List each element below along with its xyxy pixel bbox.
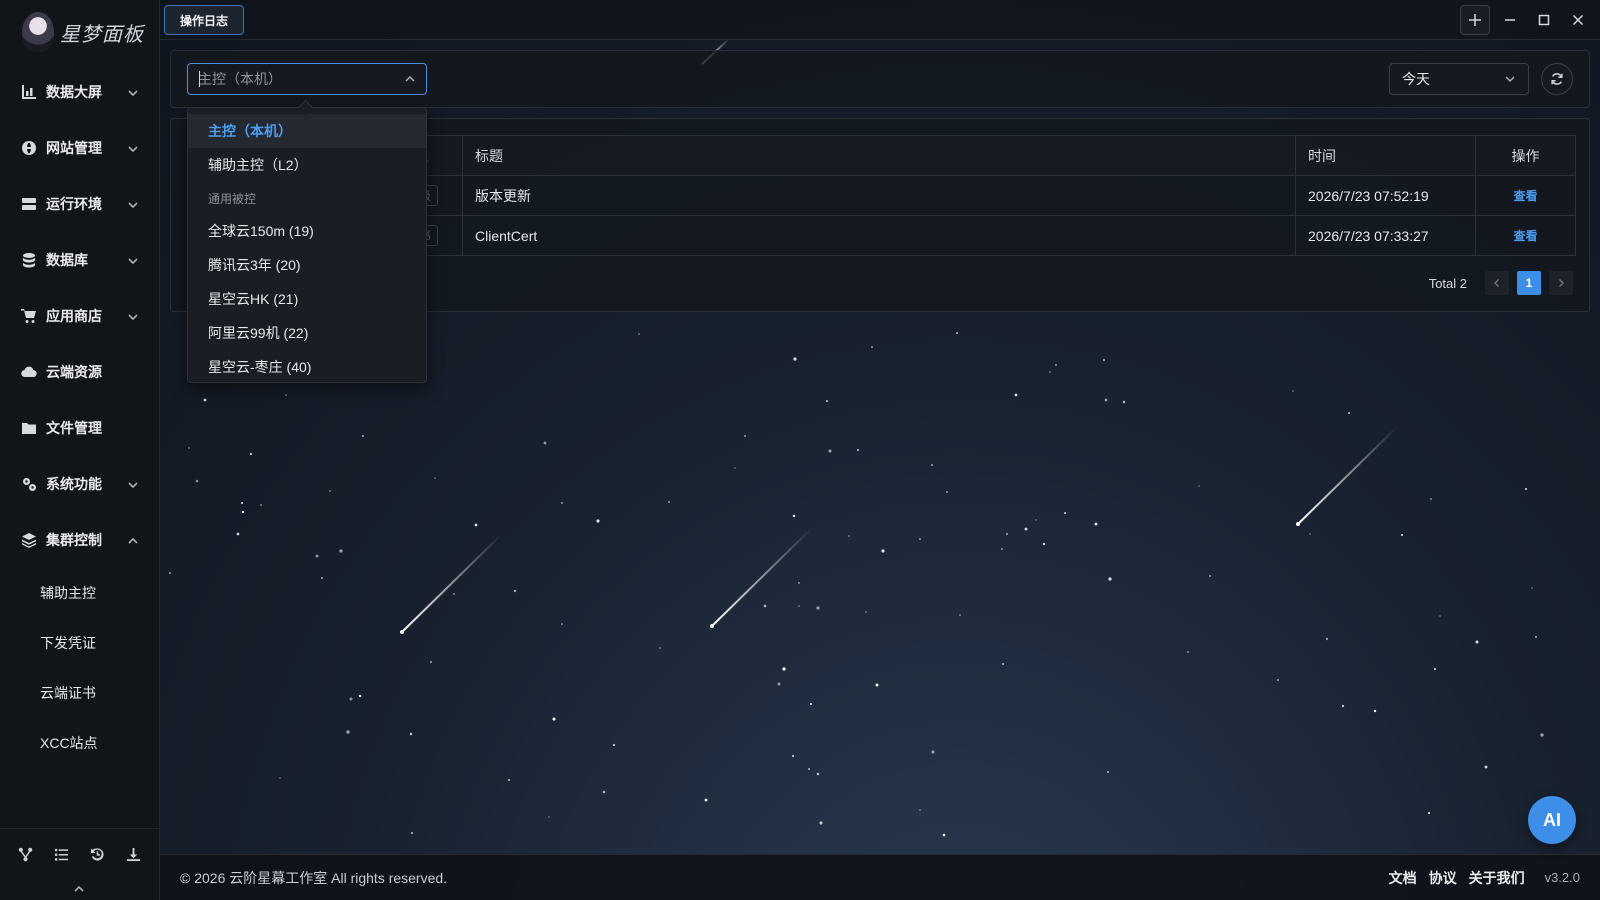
sidebar-item-database[interactable]: 数据库 bbox=[0, 232, 159, 288]
minimize-button[interactable] bbox=[1496, 5, 1524, 35]
download-icon[interactable] bbox=[124, 845, 142, 863]
dropdown-option[interactable]: 全球云150m (19) bbox=[188, 214, 426, 248]
tab-operation-log[interactable]: 操作日志 bbox=[164, 5, 244, 35]
chart-icon bbox=[20, 83, 38, 101]
refresh-button[interactable] bbox=[1541, 63, 1573, 95]
branch-icon[interactable] bbox=[17, 845, 35, 863]
sidebar-subitem[interactable]: 辅助主控 bbox=[0, 568, 159, 618]
gears-icon bbox=[20, 475, 38, 493]
close-button[interactable] bbox=[1564, 5, 1592, 35]
sidebar-item-label: 集群控制 bbox=[46, 532, 102, 548]
sidebar-item-label: 数据大屏 bbox=[46, 84, 102, 100]
sidebar-item-label: 应用商店 bbox=[46, 308, 102, 324]
folder-icon bbox=[20, 419, 38, 437]
sidebar-item-layers[interactable]: 集群控制 bbox=[0, 512, 159, 568]
app-logo[interactable]: 星梦面板 bbox=[0, 0, 159, 64]
history-icon[interactable] bbox=[88, 845, 106, 863]
pagination: Total 2 1 bbox=[1429, 271, 1573, 295]
cloud-icon bbox=[20, 363, 38, 381]
version-label: v3.2.0 bbox=[1544, 870, 1580, 885]
text-caret bbox=[199, 71, 200, 87]
sidebar-item-label: 系统功能 bbox=[46, 476, 102, 492]
dropdown-option[interactable]: 星空云HK (21) bbox=[188, 282, 426, 316]
sidebar-item-server[interactable]: 运行环境 bbox=[0, 176, 159, 232]
page-number-1[interactable]: 1 bbox=[1517, 271, 1541, 295]
chevron-up-icon bbox=[405, 75, 415, 82]
column-operation: 操作 bbox=[1475, 135, 1576, 176]
database-icon bbox=[20, 251, 38, 269]
dropdown-option[interactable]: 阿里云99机 (22) bbox=[188, 316, 426, 350]
logo-text: 星梦面板 bbox=[60, 21, 144, 46]
date-range-select[interactable]: 今天 bbox=[1389, 63, 1529, 95]
globe-icon bbox=[20, 139, 38, 157]
chevron-down-icon bbox=[1505, 76, 1515, 83]
chevron-up-icon bbox=[127, 534, 139, 546]
dropdown-group-label: 通用被控 bbox=[208, 191, 257, 206]
column-title: 标题 bbox=[462, 135, 1296, 176]
view-link[interactable]: 查看 bbox=[1513, 189, 1537, 203]
sidebar-bottom-bar bbox=[0, 828, 159, 900]
chevron-down-icon bbox=[127, 142, 139, 154]
maximize-button[interactable] bbox=[1530, 5, 1558, 35]
collapse-sidebar-icon[interactable] bbox=[72, 882, 86, 896]
chevron-down-icon bbox=[127, 86, 139, 98]
layers-icon bbox=[20, 531, 38, 549]
chevron-down-icon bbox=[127, 198, 139, 210]
sidebar: 星梦面板 数据大屏网站管理运行环境数据库应用商店云端资源文件管理系统功能集群控制… bbox=[0, 0, 160, 900]
dropdown-option[interactable]: 腾讯云3年 (20) bbox=[188, 248, 426, 282]
host-select-placeholder: 主控（本机） bbox=[198, 71, 282, 87]
sidebar-nav: 数据大屏网站管理运行环境数据库应用商店云端资源文件管理系统功能集群控制辅助主控下… bbox=[0, 64, 159, 768]
sidebar-item-cloud[interactable]: 云端资源 bbox=[0, 344, 159, 400]
footer-link-docs[interactable]: 文档 bbox=[1389, 868, 1417, 888]
chevron-down-icon bbox=[127, 310, 139, 322]
date-range-value: 今天 bbox=[1402, 71, 1430, 87]
sidebar-subitem[interactable]: XCC站点 bbox=[0, 718, 159, 768]
sidebar-item-folder[interactable]: 文件管理 bbox=[0, 400, 159, 456]
top-bar: 操作日志 bbox=[160, 0, 1600, 40]
server-icon bbox=[20, 195, 38, 213]
list-icon[interactable] bbox=[53, 845, 71, 863]
sidebar-item-label: 云端资源 bbox=[46, 364, 102, 380]
sidebar-subitem[interactable]: 云端证书 bbox=[0, 668, 159, 718]
copyright-text: © 2026 云阶星幕工作室 All rights reserved. bbox=[180, 869, 448, 886]
footer: © 2026 云阶星幕工作室 All rights reserved. 文档 协… bbox=[160, 854, 1600, 900]
sidebar-item-gears[interactable]: 系统功能 bbox=[0, 456, 159, 512]
row-op-cell: 查看 bbox=[1475, 175, 1576, 216]
sidebar-item-label: 数据库 bbox=[46, 252, 88, 268]
host-select-dropdown: 主控（本机） 辅助主控（L2） 通用被控全球云150m (19) 腾讯云3年 (20)… bbox=[187, 107, 427, 383]
row-op-cell: 查看 bbox=[1475, 215, 1576, 256]
dropdown-option[interactable]: 星空云-枣庄 (40) bbox=[188, 350, 426, 384]
pagination-total: Total 2 bbox=[1428, 275, 1467, 291]
sidebar-item-globe[interactable]: 网站管理 bbox=[0, 120, 159, 176]
filter-bar: 主控（本机） 今天 bbox=[170, 50, 1590, 108]
sidebar-item-chart[interactable]: 数据大屏 bbox=[0, 64, 159, 120]
row-time: 2026/7/23 07:33:27 bbox=[1295, 215, 1476, 256]
footer-link-agreement[interactable]: 协议 bbox=[1429, 868, 1457, 888]
footer-link-about[interactable]: 关于我们 bbox=[1469, 868, 1525, 888]
sidebar-item-label: 网站管理 bbox=[46, 140, 102, 156]
row-title: ClientCert bbox=[462, 215, 1296, 256]
next-page-button[interactable] bbox=[1549, 271, 1573, 295]
chevron-down-icon bbox=[127, 478, 139, 490]
cart-icon bbox=[20, 307, 38, 325]
sidebar-subitem[interactable]: 下发凭证 bbox=[0, 618, 159, 668]
dropdown-option[interactable]: 主控（本机） bbox=[188, 114, 426, 148]
sidebar-item-label: 文件管理 bbox=[46, 420, 102, 436]
new-tab-button[interactable] bbox=[1460, 5, 1490, 35]
refresh-icon bbox=[1551, 73, 1563, 85]
sidebar-item-cart[interactable]: 应用商店 bbox=[0, 288, 159, 344]
prev-page-button[interactable] bbox=[1485, 271, 1509, 295]
sidebar-item-label: 运行环境 bbox=[46, 196, 102, 212]
view-link[interactable]: 查看 bbox=[1513, 229, 1537, 243]
column-time: 时间 bbox=[1295, 135, 1476, 176]
row-title: 版本更新 bbox=[462, 175, 1296, 216]
row-time: 2026/7/23 07:52:19 bbox=[1295, 175, 1476, 216]
ai-assistant-button[interactable]: AI bbox=[1528, 796, 1576, 844]
host-select[interactable]: 主控（本机） bbox=[187, 63, 427, 95]
chevron-down-icon bbox=[127, 254, 139, 266]
logo-avatar bbox=[22, 12, 54, 52]
dropdown-option[interactable]: 辅助主控（L2） bbox=[188, 148, 426, 182]
